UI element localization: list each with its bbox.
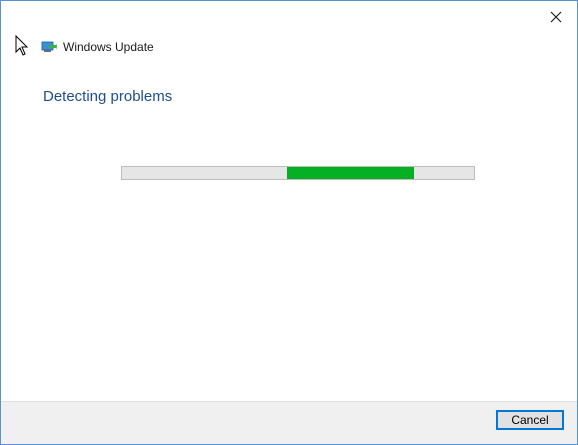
app-header: Windows Update <box>41 39 154 55</box>
windows-update-icon <box>41 41 57 52</box>
cancel-button[interactable]: Cancel <box>496 410 564 430</box>
footer-bar: Cancel <box>1 401 577 444</box>
close-icon <box>550 11 562 23</box>
troubleshooter-window: Windows Update Detecting problems Cancel <box>0 0 578 445</box>
progress-bar-fill <box>287 167 415 179</box>
page-heading: Detecting problems <box>43 88 173 105</box>
close-button[interactable] <box>541 5 571 29</box>
progress-bar <box>121 166 475 180</box>
app-title: Windows Update <box>63 40 154 54</box>
mouse-cursor-icon <box>15 35 29 56</box>
